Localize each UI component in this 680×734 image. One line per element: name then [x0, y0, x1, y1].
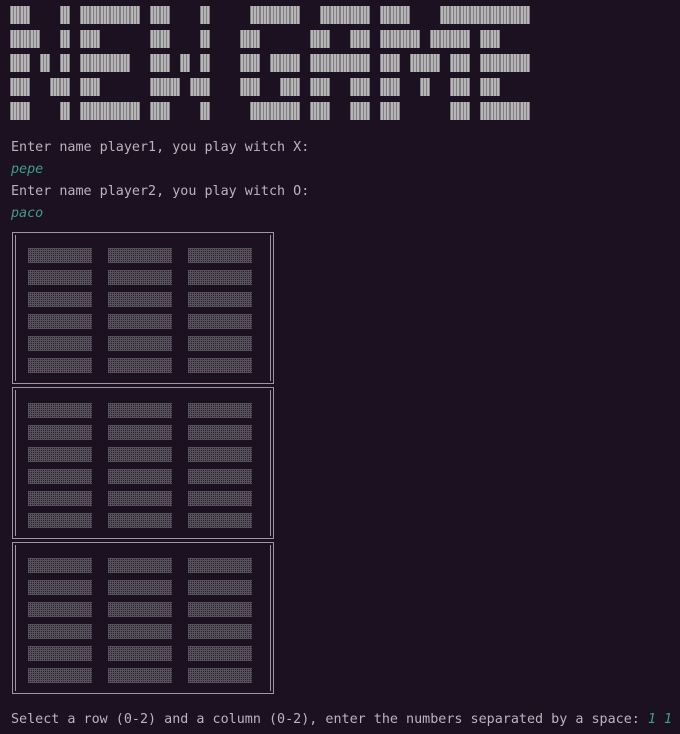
board-cell	[188, 668, 252, 683]
board-cell	[188, 403, 252, 418]
move-input[interactable]: 1 1	[648, 712, 672, 727]
board-cell	[28, 314, 92, 329]
move-prompt-line: Select a row (0-2) and a column (0-2), e…	[11, 711, 672, 729]
board-cell	[28, 358, 92, 373]
board-cell	[108, 668, 172, 683]
board-cell	[188, 513, 252, 528]
board-cell	[28, 447, 92, 462]
ascii-art-banner	[10, 4, 530, 124]
terminal-window: Enter name player1, you play witch X: pe…	[0, 0, 680, 734]
board-cell	[28, 292, 92, 307]
board-cell	[108, 270, 172, 285]
board-cell	[188, 358, 252, 373]
board-cell	[28, 248, 92, 263]
board-cell	[108, 513, 172, 528]
board-cell	[188, 425, 252, 440]
board-section	[12, 232, 274, 384]
board-cell	[188, 624, 252, 639]
board-cell	[188, 646, 252, 661]
board-cell	[108, 624, 172, 639]
board-cell	[108, 580, 172, 595]
board-cell	[28, 602, 92, 617]
board-cell	[108, 292, 172, 307]
board-cell	[188, 602, 252, 617]
game-board	[12, 232, 274, 707]
board-cell	[188, 580, 252, 595]
board-cell	[108, 358, 172, 373]
board-cell	[28, 646, 92, 661]
player2-name-input: paco	[11, 206, 44, 221]
board-cell	[28, 624, 92, 639]
board-cell	[28, 336, 92, 351]
board-cell	[188, 248, 252, 263]
board-cell	[108, 248, 172, 263]
board-cell	[108, 314, 172, 329]
board-cell	[28, 270, 92, 285]
board-cell	[188, 336, 252, 351]
board-cell	[28, 403, 92, 418]
board-cell	[108, 602, 172, 617]
player1-name-input: pepe	[11, 162, 44, 177]
board-cell	[108, 469, 172, 484]
board-cell	[108, 646, 172, 661]
board-cell	[188, 314, 252, 329]
board-cell	[108, 425, 172, 440]
move-prompt: Select a row (0-2) and a column (0-2), e…	[11, 712, 648, 727]
board-cell	[188, 558, 252, 573]
board-cell	[108, 491, 172, 506]
board-cell	[188, 292, 252, 307]
board-cell	[28, 580, 92, 595]
board-section	[12, 387, 274, 539]
board-section	[12, 542, 274, 694]
board-cell	[28, 558, 92, 573]
board-cell	[28, 513, 92, 528]
board-cell	[28, 491, 92, 506]
board-cell	[188, 270, 252, 285]
board-cell	[188, 491, 252, 506]
board-cell	[108, 447, 172, 462]
player2-name-prompt: Enter name player2, you play witch O:	[11, 184, 310, 199]
board-cell	[28, 469, 92, 484]
board-cell	[108, 336, 172, 351]
player1-name-prompt: Enter name player1, you play witch X:	[11, 140, 310, 155]
board-cell	[28, 425, 92, 440]
board-cell	[188, 469, 252, 484]
board-cell	[108, 558, 172, 573]
board-cell	[188, 447, 252, 462]
board-cell	[108, 403, 172, 418]
board-cell	[28, 668, 92, 683]
